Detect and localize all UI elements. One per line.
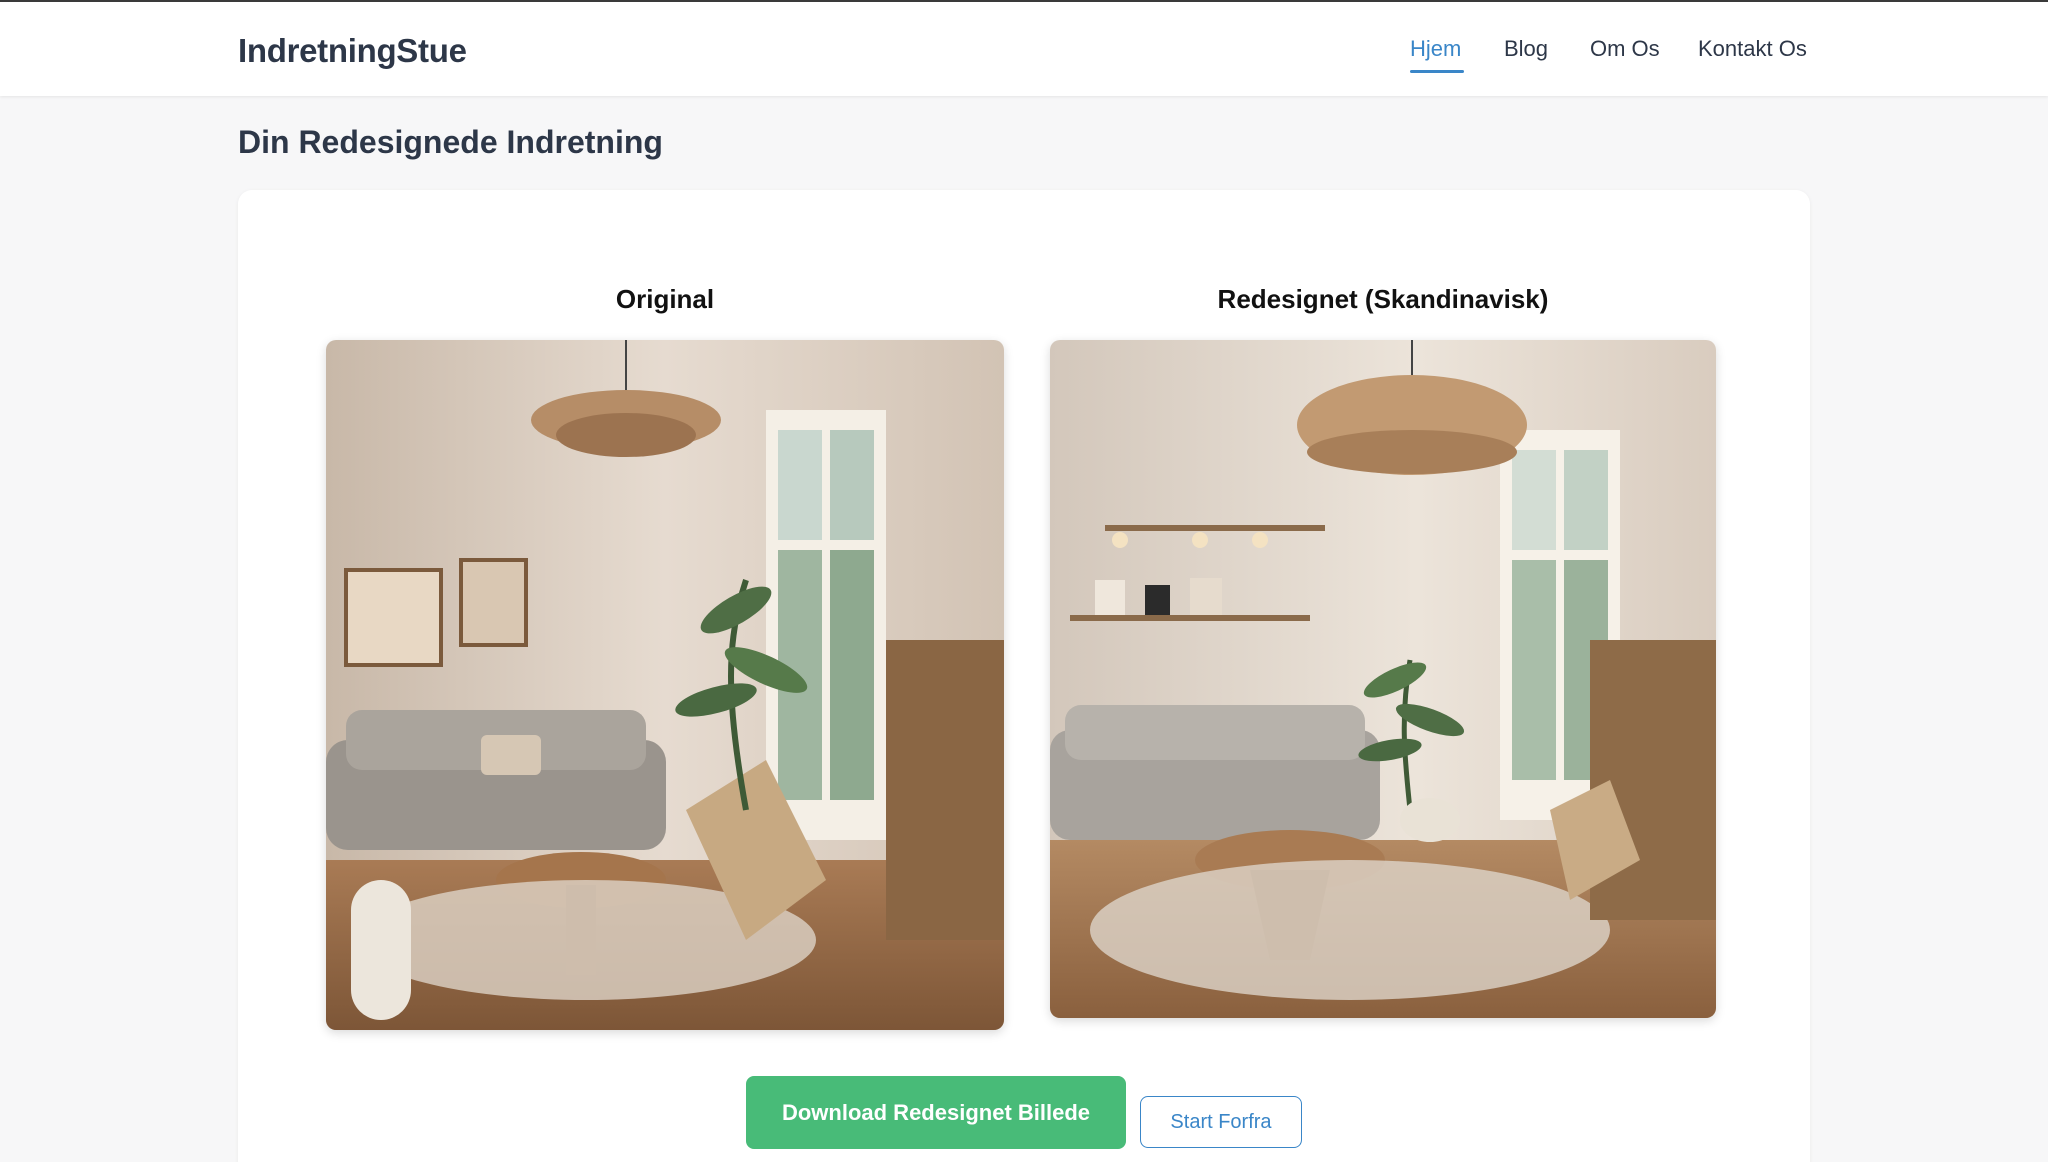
page-title: Din Redesignede Indretning (238, 124, 663, 160)
download-redesigned-image-button[interactable]: Download Redesignet Billede (746, 1076, 1126, 1149)
top-navigation-bar: IndretningStue Hjem Blog Om Os Kontakt O… (0, 0, 2048, 96)
nav-link-blog[interactable]: Blog (1504, 36, 1548, 62)
nav-link-kontakt-os[interactable]: Kontakt Os (1698, 36, 1807, 62)
original-room-image (326, 340, 1004, 1030)
original-title: Original (615, 284, 715, 314)
nav-link-hjem[interactable]: Hjem (1410, 36, 1461, 62)
start-over-button[interactable]: Start Forfra (1140, 1096, 1302, 1148)
redesigned-room-illustration (1050, 340, 1716, 1018)
redesigned-title: Redesignet (Skandinavisk) (1217, 284, 1549, 314)
site-logo[interactable]: IndretningStue (238, 32, 467, 70)
nav-link-om-os[interactable]: Om Os (1590, 36, 1660, 62)
original-room-illustration (326, 340, 1004, 1030)
active-nav-indicator (1410, 70, 1464, 73)
redesigned-room-image (1050, 340, 1716, 1018)
